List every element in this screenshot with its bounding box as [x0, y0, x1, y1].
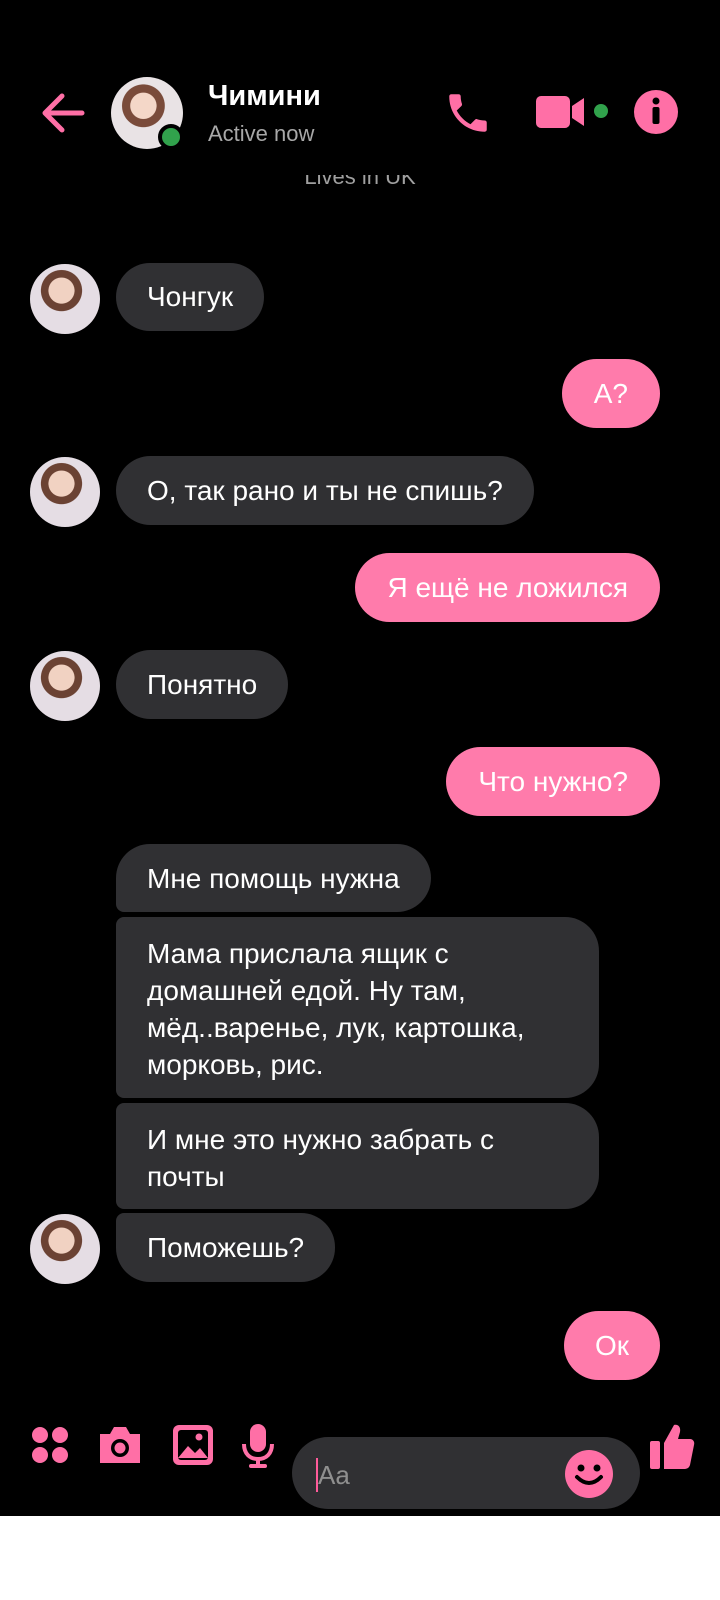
incoming-message: Поможешь?	[116, 1213, 336, 1282]
message-input-placeholder: Aa	[318, 1460, 350, 1490]
back-arrow-icon[interactable]	[38, 88, 88, 138]
video-active-dot	[594, 104, 608, 118]
camera-icon[interactable]	[96, 1424, 144, 1466]
outgoing-message: Что нужно?	[446, 747, 660, 816]
incoming-message: Мне помощь нужна	[116, 844, 431, 912]
outgoing-message: Ок	[563, 1311, 660, 1380]
sender-avatar[interactable]	[30, 457, 100, 527]
contact-name[interactable]: Чимини	[208, 80, 321, 113]
chat-header: Чимини Active now	[0, 0, 720, 175]
contact-status: Active now	[208, 121, 315, 146]
incoming-message: И мне это нужно забрать с почты	[116, 1103, 599, 1209]
online-status-dot	[158, 124, 184, 150]
sender-avatar[interactable]	[30, 1214, 100, 1284]
sender-avatar[interactable]	[30, 651, 100, 721]
thumbs-up-icon[interactable]	[648, 1421, 696, 1471]
incoming-message: Мама прислала ящик с домашней едой. Ну т…	[116, 917, 599, 1098]
incoming-message: Понятно	[116, 650, 289, 719]
sender-avatar[interactable]	[30, 264, 100, 334]
outgoing-message: А?	[561, 359, 660, 428]
gallery-image-icon[interactable]	[172, 1424, 214, 1466]
phone-call-icon[interactable]	[443, 88, 493, 138]
system-navigation-area	[0, 1516, 720, 1600]
info-icon[interactable]	[633, 89, 679, 135]
incoming-message: Чонгук	[116, 263, 265, 331]
emoji-icon[interactable]	[564, 1449, 614, 1499]
video-call-icon[interactable]	[536, 92, 588, 132]
outgoing-message: Я ещё не ложился	[355, 553, 660, 622]
microphone-icon[interactable]	[240, 1422, 276, 1468]
incoming-message: О, так рано и ты не спишь?	[116, 456, 534, 525]
apps-menu-icon[interactable]	[30, 1425, 70, 1465]
